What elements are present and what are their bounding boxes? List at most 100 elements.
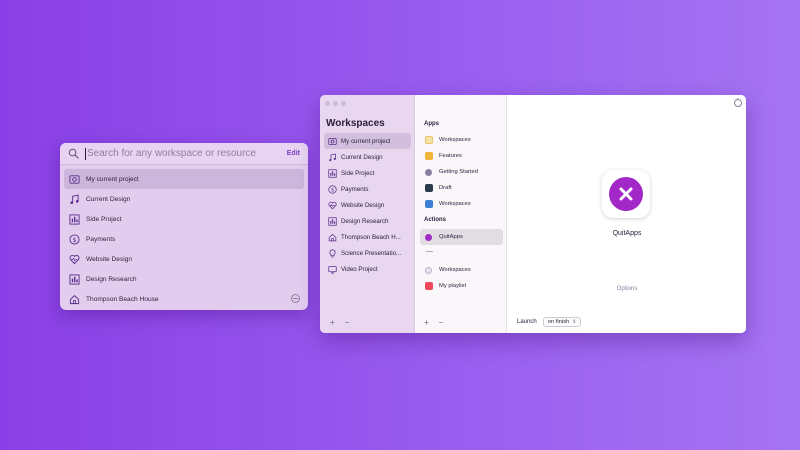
app-item[interactable]: Workspaces: [420, 196, 503, 212]
resource-column: Apps Workspaces Features Getting Started…: [416, 95, 507, 333]
app-item-label: Draft: [439, 185, 452, 191]
remove-resource-button[interactable]: −: [439, 318, 444, 327]
search-result-label: Design Research: [86, 275, 137, 283]
search-result-label: Website Design: [86, 255, 133, 263]
sidebar-item[interactable]: My current project: [324, 133, 411, 149]
sidebar-title: Workspaces: [326, 118, 385, 129]
music-note-icon: [69, 194, 80, 205]
extra-item[interactable]: Workspaces: [420, 262, 503, 278]
workspace-list: My current project Current Design Side P…: [324, 133, 411, 277]
search-result-item[interactable]: $ Payments: [64, 229, 304, 249]
monitor-icon: [327, 265, 337, 274]
music-note-icon: [327, 153, 337, 162]
quitapps-app-icon: [602, 170, 650, 218]
workspaces-app-icon: [425, 266, 432, 274]
launch-label: Launch: [517, 319, 537, 325]
search-input[interactable]: [87, 148, 287, 159]
search-result-item[interactable]: Design Research: [64, 269, 304, 289]
close-icon: [609, 177, 643, 211]
sidebar-item-label: Website Design: [341, 201, 385, 209]
remove-workspace-button[interactable]: −: [345, 318, 350, 327]
sidebar-item[interactable]: Website Design: [324, 197, 411, 213]
features-app-icon: [425, 152, 433, 160]
launch-row: Launch on finish ⇕: [517, 317, 582, 327]
app-item-label: Features: [439, 153, 462, 159]
zoom-window-button[interactable]: [341, 101, 346, 106]
sidebar-item[interactable]: $ Payments: [324, 181, 411, 197]
workspaces-app-icon: [425, 200, 433, 208]
search-result-label: Side Project: [86, 215, 122, 223]
sidebar-item-label: Science Presentatio...: [341, 249, 402, 257]
edit-button[interactable]: Edit: [287, 150, 300, 157]
heart-pulse-icon: [327, 201, 337, 210]
separator: —: [426, 248, 433, 255]
detail-pane: QuitApps Options Launch on finish ⇕: [508, 95, 746, 333]
window-controls: [325, 101, 346, 106]
sidebar-item[interactable]: Video Project: [324, 261, 411, 277]
quitapps-icon: [425, 233, 432, 241]
sidebar-item[interactable]: Science Presentatio...: [324, 245, 411, 261]
workspaces-app-icon: [425, 136, 433, 144]
minimize-window-button[interactable]: [333, 101, 338, 106]
app-item[interactable]: Getting Started: [420, 164, 503, 180]
search-results-list: My current project Current Design Side P…: [60, 165, 308, 310]
sidebar-item[interactable]: Side Project: [324, 165, 411, 181]
app-item-label: Getting Started: [439, 169, 478, 175]
apps-list: Workspaces Features Getting Started Draf…: [420, 132, 503, 212]
launch-select[interactable]: on finish ⇕: [542, 317, 582, 327]
search-icon: [68, 148, 79, 159]
extras-list: Workspaces My playlist: [420, 262, 503, 294]
remove-icon[interactable]: [291, 294, 300, 303]
extra-item[interactable]: My playlist: [420, 278, 503, 294]
sidebar-item[interactable]: Design Research: [324, 213, 411, 229]
sidebar-footer: + −: [330, 318, 349, 327]
add-resource-button[interactable]: +: [424, 318, 429, 327]
action-item-label: QuitApps: [439, 234, 463, 240]
svg-text:$: $: [330, 187, 333, 193]
more-options-icon[interactable]: [734, 96, 742, 107]
search-result-label: Payments: [86, 235, 116, 243]
search-result-label: Thompson Beach House: [86, 295, 159, 303]
options-button[interactable]: Options: [508, 286, 746, 292]
app-item-label: Workspaces: [439, 201, 471, 207]
sidebar-item-label: Video Project: [341, 265, 378, 273]
action-item[interactable]: QuitApps: [420, 229, 503, 245]
apps-heading: Apps: [424, 121, 439, 127]
sidebar: Workspaces My current project Current De…: [320, 95, 415, 333]
heart-pulse-icon: [69, 254, 80, 265]
search-result-item[interactable]: Side Project: [64, 209, 304, 229]
sidebar-item-label: Side Project: [341, 169, 375, 177]
extra-item-label: Workspaces: [439, 267, 471, 273]
close-window-button[interactable]: [325, 101, 330, 106]
search-result-item[interactable]: Current Design: [64, 189, 304, 209]
chart-icon: [327, 216, 337, 226]
app-item[interactable]: Draft: [420, 180, 503, 196]
lightbulb-icon: [327, 249, 337, 258]
photo-icon: [327, 137, 337, 146]
search-panel: Edit My current project Current Design S…: [60, 143, 308, 310]
resource-footer: + −: [424, 318, 443, 327]
sidebar-item[interactable]: Current Design: [324, 149, 411, 165]
app-item-label: Workspaces: [439, 137, 471, 143]
svg-text:$: $: [72, 235, 76, 243]
add-workspace-button[interactable]: +: [330, 318, 335, 327]
app-item[interactable]: Features: [420, 148, 503, 164]
search-result-item[interactable]: Thompson Beach House: [64, 289, 304, 309]
actions-list: QuitApps: [420, 229, 503, 245]
app-item[interactable]: Workspaces: [420, 132, 503, 148]
search-result-label: Current Design: [86, 195, 131, 203]
workspaces-window: Workspaces My current project Current De…: [320, 95, 746, 333]
chart-icon: [69, 273, 80, 285]
search-result-item[interactable]: My current project: [64, 169, 304, 189]
sidebar-item[interactable]: Thompson Beach H...: [324, 229, 411, 245]
sidebar-item-label: Payments: [341, 185, 369, 193]
chevron-updown-icon: ⇕: [572, 319, 577, 325]
getting-started-app-icon: [425, 168, 432, 176]
sidebar-item-label: Design Research: [341, 217, 389, 225]
chart-icon: [327, 168, 337, 178]
search-bar: Edit: [60, 143, 308, 165]
search-result-item[interactable]: Website Design: [64, 249, 304, 269]
sidebar-item-label: My current project: [341, 137, 391, 145]
sidebar-item-label: Current Design: [341, 153, 383, 161]
actions-heading: Actions: [424, 217, 447, 223]
